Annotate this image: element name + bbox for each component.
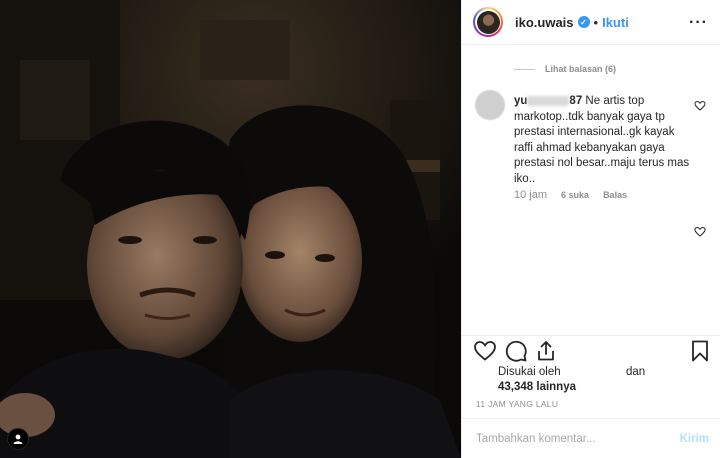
liked-by-label: Disukai oleh: [498, 366, 561, 378]
comment-icon[interactable]: [504, 339, 528, 363]
comment-time[interactable]: 10 jam: [514, 189, 547, 201]
separator-dot: •: [593, 14, 599, 30]
post-side-panel: iko.uwais ✓ • Ikuti ··· Lihat balasan (6…: [461, 0, 720, 458]
follow-button[interactable]: Ikuti: [602, 15, 629, 30]
blurred-username: [527, 95, 570, 106]
heart-icon[interactable]: [473, 339, 497, 363]
comment-form: Kirim: [462, 418, 720, 458]
actions-bar: [462, 335, 720, 365]
comment-meta: 10 jam 6 suka Balas: [514, 189, 627, 201]
post-comment-button[interactable]: Kirim: [680, 433, 709, 445]
likes-count-link[interactable]: 43,348 lainnya: [498, 380, 713, 395]
post-timestamp[interactable]: 11 JAM YANG LALU: [476, 399, 558, 409]
comment-body: yu 87 Ne artis top markotop..tdk banyak g…: [514, 94, 694, 187]
liked-by-and: dan: [626, 366, 646, 378]
share-icon[interactable]: [534, 339, 558, 363]
view-replies-label: Lihat balasan (6): [545, 64, 617, 74]
user-tag-icon[interactable]: [7, 428, 29, 450]
photo-image: [0, 0, 461, 458]
post-photo[interactable]: [0, 0, 461, 458]
view-replies-button[interactable]: Lihat balasan (6): [514, 64, 616, 74]
comment-like-heart-icon[interactable]: [694, 100, 706, 112]
verified-icon: ✓: [577, 16, 590, 28]
username-link[interactable]: iko.uwais: [515, 15, 574, 30]
reply-button[interactable]: Balas: [603, 190, 627, 200]
more-icon[interactable]: ···: [689, 14, 708, 32]
comment-likes[interactable]: 6 suka: [561, 190, 589, 200]
comment-like-heart-icon[interactable]: [694, 226, 706, 238]
comment-username[interactable]: yu 87: [514, 95, 582, 107]
bookmark-icon[interactable]: [688, 339, 712, 363]
avatar[interactable]: [473, 7, 503, 37]
comment-input[interactable]: [476, 432, 680, 445]
comment-text: Ne artis top markotop..tdk banyak gaya t…: [514, 95, 690, 185]
post-header: iko.uwais ✓ • Ikuti ···: [462, 0, 720, 45]
divider-line: [514, 68, 535, 70]
liked-by: Disukai oleh dan 43,348 lainnya: [498, 365, 713, 395]
liked-by-avatar[interactable]: [476, 366, 492, 382]
comment-avatar[interactable]: [475, 90, 505, 120]
